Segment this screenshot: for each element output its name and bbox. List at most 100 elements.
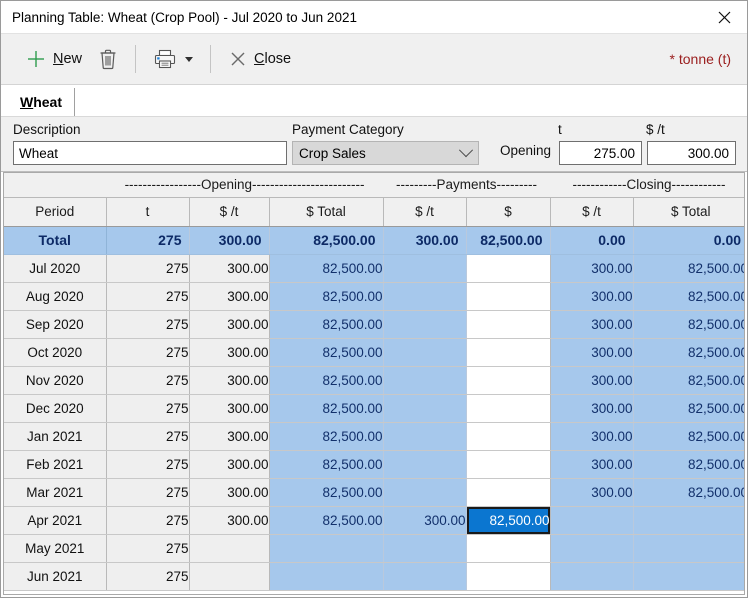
cell-opening-t[interactable]: 275 (106, 534, 190, 563)
cell-closing-total[interactable]: 82,500.00 (633, 310, 744, 339)
cell-closing-total[interactable]: 82,500.00 (633, 478, 744, 507)
cell-opening-rate[interactable]: 300.00 (189, 506, 270, 535)
cell-payments-rate[interactable]: 300.00 (383, 506, 467, 535)
cell-closing-rate[interactable]: 300.00 (550, 366, 634, 395)
opening-t-input[interactable] (559, 141, 642, 165)
cell-opening-total[interactable]: 82,500.00 (269, 394, 384, 423)
table-row[interactable]: Feb 2021 275 300.00 82,500.00 300.00 82,500.0… (4, 450, 744, 479)
cell-payments-amount[interactable] (466, 394, 551, 423)
tab-wheat[interactable]: Wheat (9, 88, 76, 116)
table-row[interactable]: Jun 2021 275 (4, 562, 744, 591)
cell-payments-rate[interactable] (383, 366, 467, 395)
cell-opening-t[interactable]: 275 (106, 478, 190, 507)
opening-rate-input[interactable] (647, 141, 736, 165)
cell-closing-total[interactable] (633, 562, 744, 591)
cell-payments-amount[interactable] (466, 310, 551, 339)
cell-opening-t[interactable]: 275 (106, 254, 190, 283)
cell-opening-total[interactable]: 82,500.00 (269, 422, 384, 451)
planning-grid[interactable]: -----------------Opening----------------… (3, 172, 745, 595)
cell-closing-rate[interactable]: 300.00 (550, 450, 634, 479)
cell-opening-t[interactable]: 275 (106, 450, 190, 479)
column-header-opening-t[interactable]: t (106, 197, 190, 227)
cell-opening-rate[interactable]: 300.00 (189, 254, 270, 283)
table-row[interactable]: Mar 2021 275 300.00 82,500.00 300.00 82,500.0… (4, 478, 744, 507)
cell-opening-rate[interactable]: 300.00 (189, 394, 270, 423)
cell-closing-rate[interactable]: 300.00 (550, 254, 634, 283)
cell-payments-rate[interactable] (383, 394, 467, 423)
cell-opening-rate[interactable]: 300.00 (189, 338, 270, 367)
cell-closing-rate[interactable]: 300.00 (550, 394, 634, 423)
cell-closing-total[interactable]: 82,500.00 (633, 338, 744, 367)
cell-opening-t[interactable]: 275 (106, 422, 190, 451)
cell-payments-amount[interactable] (466, 422, 551, 451)
cell-opening-rate[interactable]: 300.00 (189, 450, 270, 479)
cell-closing-total[interactable]: 82,500.00 (633, 450, 744, 479)
cell-opening-t[interactable]: 275 (106, 366, 190, 395)
table-row[interactable]: Jan 2021 275 300.00 82,500.00 300.00 82,500.0… (4, 422, 744, 451)
cell-opening-t[interactable]: 275 (106, 310, 190, 339)
cell-closing-total[interactable] (633, 506, 744, 535)
cell-closing-total[interactable]: 82,500.00 (633, 366, 744, 395)
column-header-closing-rate[interactable]: $ /t (550, 197, 634, 227)
table-row[interactable]: Apr 2021 275 300.00 82,500.00 300.00 82,500.0… (4, 506, 744, 535)
column-header-opening-total[interactable]: $ Total (269, 197, 384, 227)
cell-payments-amount[interactable] (466, 282, 551, 311)
table-row[interactable]: Jul 2020 275 300.00 82,500.00 300.00 82,500.0… (4, 254, 744, 283)
cell-payments-amount[interactable] (466, 534, 551, 563)
cell-payments-amount[interactable] (466, 366, 551, 395)
cell-opening-t[interactable]: 275 (106, 394, 190, 423)
cell-closing-rate[interactable]: 300.00 (550, 338, 634, 367)
cell-payments-rate[interactable] (383, 282, 467, 311)
column-header-payments-amount[interactable]: $ (466, 197, 551, 227)
cell-payments-rate[interactable] (383, 338, 467, 367)
cell-closing-total[interactable]: 82,500.00 (633, 422, 744, 451)
cell-closing-total[interactable]: 82,500.00 (633, 394, 744, 423)
table-row[interactable]: Aug 2020 275 300.00 82,500.00 300.00 82,500.0… (4, 282, 744, 311)
cell-payments-rate[interactable] (383, 562, 467, 591)
cell-payments-amount[interactable] (466, 338, 551, 367)
cell-opening-rate[interactable]: 300.00 (189, 366, 270, 395)
table-row[interactable]: Dec 2020 275 300.00 82,500.00 300.00 82,500.0… (4, 394, 744, 423)
table-row[interactable]: Oct 2020 275 300.00 82,500.00 300.00 82,500.0… (4, 338, 744, 367)
cell-opening-total[interactable]: 82,500.00 (269, 506, 384, 535)
cell-opening-rate[interactable]: 300.00 (189, 310, 270, 339)
cell-payments-rate[interactable] (383, 478, 467, 507)
cell-closing-rate[interactable]: 300.00 (550, 478, 634, 507)
description-input[interactable] (13, 141, 287, 165)
cell-closing-rate[interactable]: 300.00 (550, 282, 634, 311)
cell-closing-rate[interactable] (550, 506, 634, 535)
close-button[interactable]: Close (220, 39, 299, 79)
column-header-payments-rate[interactable]: $ /t (383, 197, 467, 227)
table-row[interactable]: Sep 2020 275 300.00 82,500.00 300.00 82,500.0… (4, 310, 744, 339)
cell-payments-amount[interactable] (466, 254, 551, 283)
cell-opening-t[interactable]: 275 (106, 562, 190, 591)
cell-opening-rate[interactable]: 300.00 (189, 282, 270, 311)
cell-opening-total[interactable]: 82,500.00 (269, 310, 384, 339)
cell-closing-rate[interactable] (550, 534, 634, 563)
cell-opening-rate[interactable]: 300.00 (189, 478, 270, 507)
cell-opening-t[interactable]: 275 (106, 282, 190, 311)
table-row[interactable]: May 2021 275 (4, 534, 744, 563)
cell-opening-rate[interactable] (189, 562, 270, 591)
cell-payments-rate[interactable] (383, 450, 467, 479)
cell-opening-total[interactable] (269, 534, 384, 563)
print-button[interactable] (145, 39, 201, 79)
cell-opening-total[interactable]: 82,500.00 (269, 338, 384, 367)
cell-opening-total[interactable]: 82,500.00 (269, 450, 384, 479)
cell-payments-amount[interactable]: 82,500.00 (466, 506, 551, 535)
cell-opening-t[interactable]: 275 (106, 506, 190, 535)
cell-payments-rate[interactable] (383, 254, 467, 283)
cell-opening-total[interactable] (269, 562, 384, 591)
table-row[interactable]: Nov 2020 275 300.00 82,500.00 300.00 82,500.0… (4, 366, 744, 395)
window-close-button[interactable] (701, 2, 747, 33)
cell-closing-total[interactable]: 82,500.00 (633, 282, 744, 311)
cell-opening-total[interactable]: 82,500.00 (269, 254, 384, 283)
cell-payments-amount[interactable] (466, 478, 551, 507)
column-header-period[interactable]: Period (4, 197, 107, 227)
cell-closing-total[interactable] (633, 534, 744, 563)
cell-opening-total[interactable]: 82,500.00 (269, 282, 384, 311)
cell-payments-amount[interactable] (466, 450, 551, 479)
delete-button[interactable] (90, 39, 126, 79)
cell-opening-rate[interactable]: 300.00 (189, 422, 270, 451)
cell-payments-rate[interactable] (383, 534, 467, 563)
